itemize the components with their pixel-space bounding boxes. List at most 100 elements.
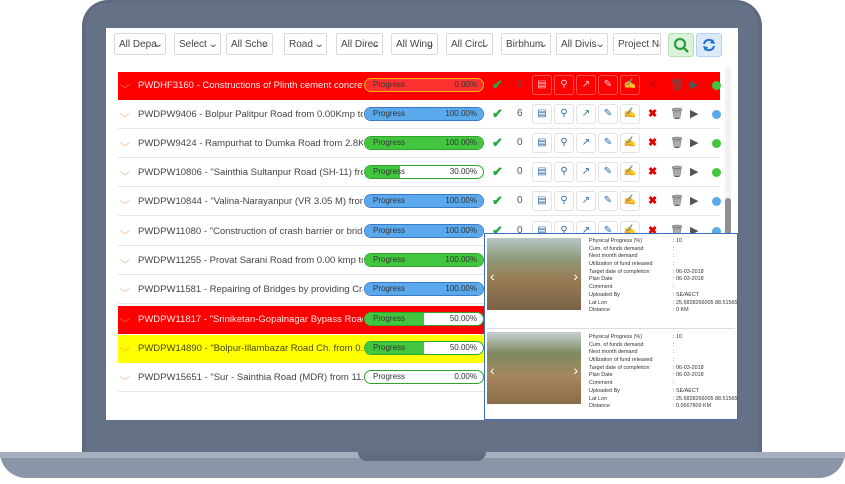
expand-chevron-icon[interactable]: ⌵ (120, 79, 130, 90)
external-link-icon[interactable]: ↗ (576, 191, 596, 211)
trash-icon[interactable]: 🗑 (670, 78, 684, 91)
video-icon[interactable]: ▶ (690, 194, 698, 207)
close-icon[interactable]: ✖ (648, 165, 657, 178)
table-row[interactable]: ⌵ PWDHF3160 - Constructions of Plinth cem… (118, 72, 721, 100)
brush-icon[interactable]: ✎ (598, 191, 618, 211)
trash-icon[interactable]: 🗑 (670, 194, 684, 207)
edit-icon[interactable]: ✍ (620, 104, 640, 124)
video-icon[interactable]: ▶ (690, 136, 698, 149)
chevron-right-icon[interactable]: › (573, 268, 578, 284)
location-pin-icon[interactable]: ⚲ (554, 75, 574, 95)
detail-key: Target date of completion (589, 268, 650, 275)
select-dropdown[interactable]: Select ⌄ (174, 33, 221, 55)
table-row[interactable]: ⌵ PWDPW10844 - "Valina-Narayanpur (VR 3.0… (118, 188, 721, 216)
refresh-icon (703, 38, 715, 52)
chevron-left-icon[interactable]: ‹ (490, 268, 495, 284)
refresh-button[interactable] (696, 33, 722, 57)
detail-line: Cum. of funds demand: (589, 342, 737, 350)
close-icon[interactable]: ✖ (648, 78, 657, 91)
project-title[interactable]: PWDPW11581 - Repairing of Bridges by pro… (138, 284, 363, 295)
progress-percent: 0.00% (454, 372, 477, 381)
brush-icon[interactable]: ✎ (598, 162, 618, 182)
chevron-down-icon: ⌄ (369, 39, 381, 50)
divider (487, 328, 735, 329)
chevron-right-icon[interactable]: › (573, 362, 578, 378)
trash-icon[interactable]: 🗑 (670, 107, 684, 120)
road-select[interactable]: Road ⌄ (284, 33, 327, 55)
site-photo[interactable]: ‹ › (487, 332, 581, 404)
expand-chevron-icon[interactable]: ⌵ (120, 313, 130, 324)
chevron-left-icon[interactable]: ‹ (490, 362, 495, 378)
brush-icon[interactable]: ✎ (598, 104, 618, 124)
external-link-icon[interactable]: ↗ (576, 104, 596, 124)
expand-chevron-icon[interactable]: ⌵ (120, 283, 130, 294)
project-title[interactable]: PWDPW11080 - "Construction of crash barr… (138, 226, 363, 237)
external-link-icon[interactable]: ↗ (576, 162, 596, 182)
document-icon[interactable]: ▤ (532, 104, 552, 124)
district-select[interactable]: Birbhum ⌄ (501, 33, 551, 55)
video-icon[interactable]: ▶ (690, 165, 698, 178)
detail-value: : SE/AECT (673, 387, 700, 394)
project-title[interactable]: PWDPW15651 - "Sur - Sainthia Road (MDR) … (138, 372, 363, 383)
expand-chevron-icon[interactable]: ⌵ (120, 225, 130, 236)
trash-icon[interactable]: 🗑 (670, 136, 684, 149)
document-icon[interactable]: ▤ (532, 133, 552, 153)
wing-select[interactable]: All Wing ⌄ (391, 33, 438, 55)
expand-chevron-icon[interactable]: ⌵ (120, 371, 130, 382)
edit-icon[interactable]: ✍ (620, 133, 640, 153)
project-title[interactable]: PWDPW10844 - "Valina-Narayanpur (VR 3.05… (138, 196, 363, 207)
edit-icon[interactable]: ✍ (620, 191, 640, 211)
department-select[interactable]: All Depa ⌄ (114, 33, 166, 55)
close-icon[interactable]: ✖ (648, 194, 657, 207)
project-name-input[interactable]: Project Nam (613, 33, 661, 55)
check-icon: ✔ (492, 77, 503, 92)
project-title[interactable]: PWDPW11255 - Provat Sarani Road from 0.0… (138, 255, 363, 266)
project-title[interactable]: PWDPW14890 - "Bolpur-Illambazar Road Ch.… (138, 343, 363, 354)
table-row[interactable]: ⌵ PWDPW9406 - Bolpur Palitpur Road from 0… (118, 101, 721, 129)
search-button[interactable] (668, 33, 694, 57)
location-pin-icon[interactable]: ⚲ (554, 104, 574, 124)
expand-chevron-icon[interactable]: ⌵ (120, 195, 130, 206)
detail-value: : 25.6828266005 88.5156570 (673, 299, 738, 306)
brush-icon[interactable]: ✎ (598, 75, 618, 95)
detail-line: Distance: 0 KM (589, 307, 737, 315)
external-link-icon[interactable]: ↗ (576, 133, 596, 153)
project-title[interactable]: PWDPW10806 - "Sainthia Sultanpur Road (S… (138, 167, 363, 178)
site-photo[interactable]: ‹ › (487, 238, 581, 310)
video-icon[interactable]: ▶ (690, 78, 698, 91)
project-title[interactable]: PWDHF3160 - Constructions of Plinth ceme… (138, 80, 363, 91)
directorate-select[interactable]: All Direc ⌄ (336, 33, 383, 55)
close-icon[interactable]: ✖ (648, 136, 657, 149)
close-icon[interactable]: ✖ (648, 107, 657, 120)
brush-icon[interactable]: ✎ (598, 133, 618, 153)
location-pin-icon[interactable]: ⚲ (554, 162, 574, 182)
expand-chevron-icon[interactable]: ⌵ (120, 108, 130, 119)
project-title[interactable]: PWDPW9406 - Bolpur Palitpur Road from 0.… (138, 109, 363, 120)
project-title[interactable]: PWDPW9424 - Rampurhat to Dumka Road from… (138, 138, 363, 149)
detail-key: Utilization of fund released (589, 357, 653, 364)
table-row[interactable]: ⌵ PWDPW9424 - Rampurhat to Dumka Road fro… (118, 130, 721, 158)
document-icon[interactable]: ▤ (532, 75, 552, 95)
expand-chevron-icon[interactable]: ⌵ (120, 137, 130, 148)
division-select[interactable]: All Divis ⌄ (556, 33, 608, 55)
document-icon[interactable]: ▤ (532, 162, 552, 182)
detail-value: : (673, 349, 675, 356)
expand-chevron-icon[interactable]: ⌵ (120, 166, 130, 177)
scheme-select[interactable]: All Sche ⌄ (226, 33, 273, 55)
edit-icon[interactable]: ✍ (620, 162, 640, 182)
project-title[interactable]: PWDPW11817 - "Sriniketan-Gopalnagar Bypa… (138, 314, 363, 325)
location-pin-icon[interactable]: ⚲ (554, 133, 574, 153)
video-icon[interactable]: ▶ (690, 107, 698, 120)
document-icon[interactable]: ▤ (532, 191, 552, 211)
expand-chevron-icon[interactable]: ⌵ (120, 254, 130, 265)
progress-label: Progress (373, 284, 406, 293)
progress-photo-popover: ‹ › Physical Progress (%): 10 Cum. of fun… (484, 233, 738, 420)
external-link-icon[interactable]: ↗ (576, 75, 596, 95)
edit-icon[interactable]: ✍ (620, 75, 640, 95)
expand-chevron-icon[interactable]: ⌵ (120, 342, 130, 353)
location-pin-icon[interactable]: ⚲ (554, 191, 574, 211)
department-select-label: All Depa (119, 39, 157, 50)
table-row[interactable]: ⌵ PWDPW10806 - "Sainthia Sultanpur Road (… (118, 159, 721, 187)
circle-select[interactable]: All Circl ⌄ (446, 33, 493, 55)
trash-icon[interactable]: 🗑 (670, 165, 684, 178)
